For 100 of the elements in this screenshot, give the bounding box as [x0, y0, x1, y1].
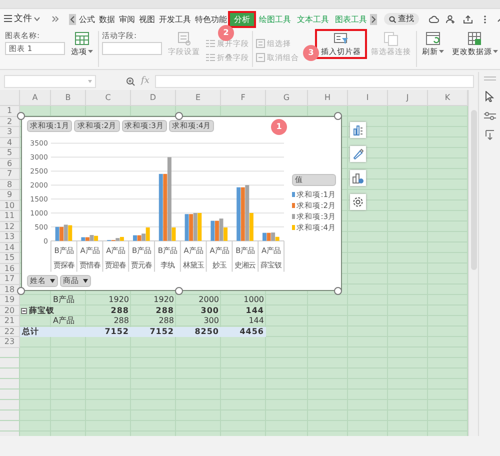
- column-header[interactable]: E: [176, 90, 221, 106]
- table-cell-text: 288: [154, 306, 175, 316]
- caret-icon: [34, 16, 40, 21]
- menu-tab[interactable]: 绘图工具: [258, 12, 292, 26]
- row-number[interactable]: 2: [0, 116, 20, 127]
- row-number[interactable]: 20: [0, 306, 20, 316]
- field-settings-icon: [177, 32, 191, 46]
- row-number[interactable]: 6: [0, 158, 20, 169]
- row-number[interactable]: 11: [0, 211, 20, 222]
- function-label[interactable]: fx: [141, 76, 150, 86]
- row-number[interactable]: 21: [0, 316, 20, 326]
- column-header[interactable]: G: [266, 90, 308, 106]
- dropdown-icon: [83, 279, 88, 283]
- group-select-icon: [256, 39, 265, 48]
- column-header[interactable]: D: [131, 90, 176, 106]
- table-cell-text: 2000: [198, 295, 220, 306]
- menu-tab[interactable]: 数据: [98, 12, 116, 26]
- column-header[interactable]: F: [221, 90, 266, 106]
- brush-icon: [352, 148, 364, 160]
- cloud-icon[interactable]: [429, 14, 439, 24]
- table-cell-text: 300: [202, 316, 220, 326]
- overflow-button[interactable]: [52, 16, 59, 22]
- row-number[interactable]: 13: [0, 232, 20, 242]
- column-header[interactable]: B: [51, 90, 86, 106]
- table-cell-text: 1920: [108, 295, 130, 306]
- chart-tool-button[interactable]: [350, 122, 366, 138]
- scrollbar[interactable]: [468, 90, 478, 436]
- column-header[interactable]: I: [348, 90, 388, 106]
- sliders-icon[interactable]: [484, 112, 496, 120]
- search-button[interactable]: 查找: [384, 13, 419, 25]
- column-header[interactable]: H: [308, 90, 348, 106]
- slicer-icon: [334, 32, 348, 46]
- table-cell-text: 300: [200, 306, 220, 316]
- collapse-icon[interactable]: [21, 308, 27, 314]
- row-number[interactable]: 22: [0, 326, 20, 337]
- row-number[interactable]: 7: [0, 169, 20, 180]
- menu-tab[interactable]: 分析: [230, 12, 254, 26]
- caret-icon: [88, 80, 92, 82]
- row-label: B产品: [52, 295, 76, 306]
- ungroup-icon: [256, 53, 265, 62]
- column-header[interactable]: K: [428, 90, 468, 106]
- row-number[interactable]: 16: [0, 264, 20, 274]
- table-cell: 7152: [86, 326, 131, 337]
- menu-tab[interactable]: 开发工具: [158, 12, 192, 26]
- table-cell-text: 144: [244, 306, 265, 316]
- row-number[interactable]: 4: [0, 138, 20, 148]
- add-user-icon[interactable]: [446, 14, 456, 24]
- table-cell-text: 1000: [242, 295, 265, 306]
- row-label: A产品: [52, 316, 76, 326]
- sort-icon[interactable]: [484, 130, 494, 140]
- search-icon: [389, 16, 396, 22]
- row-number[interactable]: 5: [0, 148, 20, 158]
- text-field[interactable]: [102, 42, 162, 55]
- scroll-right-button[interactable]: [370, 14, 377, 24]
- row-number[interactable]: 12: [0, 222, 20, 232]
- pointer-icon[interactable]: [485, 91, 494, 102]
- formula-field[interactable]: [155, 74, 474, 88]
- table-cell-text: 1920: [152, 295, 175, 306]
- menu-tab[interactable]: 文本工具: [296, 12, 330, 26]
- table-cell-text: 288: [158, 316, 175, 326]
- row-number[interactable]: 9: [0, 190, 20, 200]
- row-number[interactable]: 1: [0, 106, 20, 116]
- filter-connection-icon: [384, 32, 398, 46]
- row-number[interactable]: 3: [0, 127, 20, 138]
- row-label: 薛宝钗: [29, 306, 54, 316]
- row-number[interactable]: 19: [0, 295, 20, 306]
- scroll-left-button[interactable]: [69, 14, 76, 24]
- chart-elements-icon: [352, 124, 364, 136]
- table-icon: [75, 32, 89, 46]
- row-number[interactable]: 15: [0, 253, 20, 264]
- table-cell: 4456: [221, 326, 266, 337]
- row-number[interactable]: 17: [0, 274, 20, 284]
- file-menu[interactable]: 文件: [4, 14, 40, 24]
- share-icon[interactable]: [463, 14, 473, 24]
- chart-tool-button[interactable]: [350, 194, 366, 210]
- row-number[interactable]: 14: [0, 242, 20, 253]
- menu-tab[interactable]: 公式: [78, 12, 96, 26]
- caret-icon: [439, 50, 444, 53]
- menu-tab[interactable]: 视图: [138, 12, 156, 26]
- column-header[interactable]: A: [20, 90, 51, 106]
- column-header[interactable]: C: [86, 90, 131, 106]
- row-number[interactable]: 10: [0, 200, 20, 211]
- column-header[interactable]: J: [388, 90, 428, 106]
- menu-tab[interactable]: 审阅: [118, 12, 136, 26]
- collapse-list-icon: [206, 53, 215, 62]
- menu-tab[interactable]: 特色功能: [194, 12, 228, 26]
- dropdown-icon: [50, 279, 55, 283]
- menu-icon: [4, 15, 12, 22]
- caret-icon: [493, 50, 498, 53]
- expand-list-icon: [206, 39, 215, 48]
- menu-tab[interactable]: 图表工具: [334, 12, 368, 26]
- chart-filter-icon: [352, 172, 364, 184]
- row-number[interactable]: 23: [0, 337, 20, 348]
- zoom-icon[interactable]: [126, 76, 135, 86]
- table-cell-text: 144: [248, 316, 265, 326]
- row-number[interactable]: 8: [0, 180, 20, 190]
- chart-tool-button[interactable]: [350, 146, 366, 162]
- table-cell: 7152: [131, 326, 176, 337]
- chart-tool-button[interactable]: [350, 170, 366, 186]
- settings-icon: [352, 196, 364, 208]
